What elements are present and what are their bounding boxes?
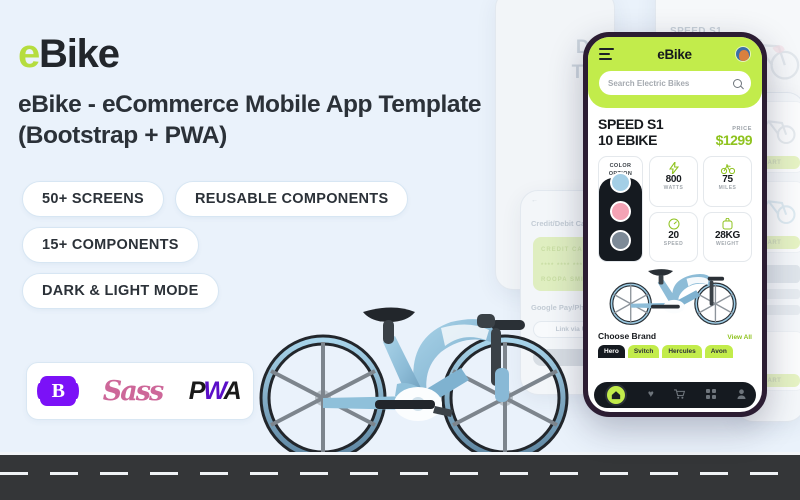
app-header: eBike Search Electric Bikes bbox=[588, 37, 762, 108]
app-title: eBike bbox=[657, 46, 692, 62]
feature-pill-row: 15+ COMPONENTS bbox=[22, 227, 199, 263]
spec-grid: 800 WATTS 75 MILES 20 SPEED 28KG WEIGHT bbox=[649, 156, 752, 263]
brand-chip-avon[interactable]: Avon bbox=[704, 345, 733, 359]
color-label-line-1: COLOR bbox=[609, 163, 632, 170]
feature-pill-row: DARK & LIGHT MODE bbox=[22, 273, 219, 309]
pwa-icon: PWA bbox=[188, 376, 242, 406]
brand-chip-hercules[interactable]: Hercules bbox=[662, 345, 702, 359]
logo-rest: Bike bbox=[39, 32, 120, 76]
product-name-line-2: 10 EBIKE bbox=[598, 132, 658, 149]
bicycle-icon bbox=[706, 162, 749, 174]
logo-accent-letter: e bbox=[18, 32, 40, 76]
brand-chip-hero[interactable]: Hero bbox=[598, 345, 625, 359]
spec-unit: MILES bbox=[718, 185, 737, 192]
credit-card-number: **** **** **** bbox=[541, 263, 587, 269]
spec-value: 75 bbox=[722, 174, 733, 186]
pwa-letter-p: P bbox=[188, 376, 206, 405]
color-swatch-gray[interactable] bbox=[610, 230, 631, 252]
specs-area: COLOR OPTION bbox=[598, 156, 752, 263]
brand-logo: eBike bbox=[18, 32, 120, 77]
tab-wishlist[interactable]: ♥ bbox=[648, 390, 654, 400]
spec-watts: 800 WATTS bbox=[649, 156, 698, 207]
heart-icon: ♥ bbox=[647, 389, 654, 400]
product-header: SPEED S1 10 EBIKE PRICE $1299 bbox=[598, 116, 753, 149]
poster-canvas: Dis The Ev 01 02 03 SPEED S1 10 EBIKE ← … bbox=[0, 0, 800, 500]
page-title: eBike - eCommerce Mobile App Template (B… bbox=[18, 91, 482, 149]
grid-icon bbox=[706, 388, 717, 399]
brand-section-header: Choose Brand View All bbox=[598, 331, 752, 341]
profile-icon bbox=[737, 388, 746, 399]
spec-value: 28KG bbox=[715, 229, 740, 241]
product-price: PRICE $1299 bbox=[715, 126, 753, 149]
hero-bicycle-illustration bbox=[259, 307, 569, 462]
tab-home[interactable] bbox=[605, 384, 628, 406]
user-avatar[interactable] bbox=[735, 46, 751, 62]
spec-speed: 20 SPEED bbox=[649, 211, 698, 263]
search-input[interactable]: Search Electric Bikes bbox=[599, 71, 751, 95]
color-swatch-blue[interactable] bbox=[610, 172, 631, 194]
product-name-line-1: SPEED S1 bbox=[598, 116, 664, 132]
cart-icon bbox=[674, 388, 686, 399]
bootstrap-icon: B bbox=[37, 376, 80, 406]
product-name: SPEED S1 10 EBIKE bbox=[598, 116, 664, 149]
brand-section-title: Choose Brand bbox=[598, 331, 657, 342]
speedometer-icon bbox=[652, 218, 695, 230]
tab-profile[interactable] bbox=[737, 388, 746, 402]
weight-icon bbox=[706, 217, 749, 230]
road-edge-line bbox=[0, 452, 800, 455]
feature-pill-reusable-components: REUSABLE COMPONENTS bbox=[175, 181, 409, 217]
brand-chip-svitch[interactable]: Svitch bbox=[627, 345, 660, 359]
bolt-icon bbox=[652, 162, 695, 175]
spec-value: 20 bbox=[668, 229, 679, 241]
color-option-selector[interactable]: COLOR OPTION bbox=[598, 156, 643, 263]
feature-pill-screens: 50+ SCREENS bbox=[22, 181, 165, 217]
search-placeholder: Search Electric Bikes bbox=[608, 78, 690, 88]
feature-pill-row: 50+ SCREENS REUSABLE COMPONENTS bbox=[22, 181, 409, 217]
back-arrow-icon: ← bbox=[531, 197, 538, 204]
pwa-letter-w: W bbox=[203, 376, 225, 405]
spec-weight: 28KG WEIGHT bbox=[703, 211, 752, 263]
color-swatch-pink[interactable] bbox=[610, 201, 631, 223]
home-icon bbox=[612, 391, 621, 400]
spec-unit: WEIGHT bbox=[716, 240, 739, 247]
phone-screen: eBike Search Electric Bikes SPEED S1 10 … bbox=[588, 37, 762, 412]
road-lane-markings bbox=[0, 472, 800, 475]
spec-unit: WATTS bbox=[663, 185, 684, 192]
payment-section-label: Credit/Debit Car bbox=[531, 219, 589, 228]
technology-badges: B Sass PWA bbox=[26, 362, 254, 420]
app-header-bar: eBike bbox=[599, 46, 751, 62]
credit-card-label: CREDIT CA bbox=[541, 247, 583, 253]
tab-cart[interactable] bbox=[674, 388, 686, 402]
spec-value: 800 bbox=[665, 174, 682, 186]
feature-pill-components: 15+ COMPONENTS bbox=[22, 227, 199, 263]
price-value: $1299 bbox=[715, 132, 753, 149]
tab-categories[interactable] bbox=[706, 388, 717, 402]
sass-icon: Sass bbox=[102, 375, 164, 407]
app-body: SPEED S1 10 EBIKE PRICE $1299 COLOR OPTI… bbox=[588, 108, 762, 359]
search-icon[interactable] bbox=[733, 78, 742, 88]
color-swatch-group bbox=[599, 172, 642, 262]
product-bicycle-image bbox=[598, 266, 752, 328]
view-all-link[interactable]: View All bbox=[727, 334, 752, 341]
spec-unit: SPEED bbox=[663, 240, 684, 247]
pwa-letter-a: A bbox=[223, 376, 242, 405]
feature-pill-dark-light-mode: DARK & LIGHT MODE bbox=[22, 273, 219, 309]
road-background bbox=[0, 452, 800, 500]
bottom-tab-bar: ♥ bbox=[594, 382, 756, 408]
brand-chip-list: Hero Svitch Hercules Avon bbox=[598, 345, 752, 359]
phone-mockup: eBike Search Electric Bikes SPEED S1 10 … bbox=[583, 32, 767, 417]
hamburger-icon[interactable] bbox=[599, 48, 614, 60]
spec-miles: 75 MILES bbox=[703, 156, 752, 207]
